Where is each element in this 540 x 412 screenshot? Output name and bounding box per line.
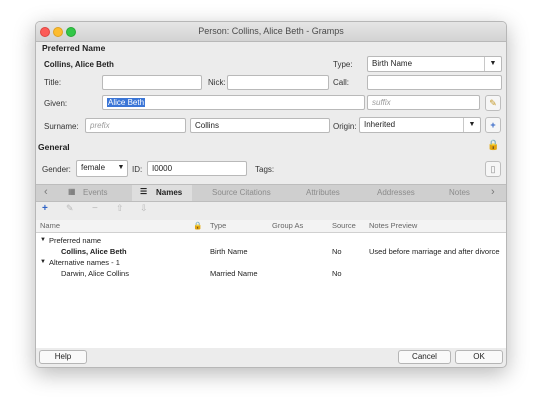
editor-tabs: ‹ ▦ Events ☰ Names Source Citations Attr…: [36, 184, 506, 202]
names-list: ▼ Preferred name Collins, Alice Beth Bir…: [36, 233, 506, 348]
preferred-name-heading: Preferred Name: [42, 43, 106, 53]
origin-label: Origin:: [333, 122, 357, 131]
ok-button[interactable]: OK: [455, 350, 503, 364]
list-group-row[interactable]: ▼ Preferred name: [36, 235, 506, 246]
chevron-down-icon: ▼: [484, 57, 501, 71]
origin-value: Inherited: [364, 120, 396, 129]
call-label: Call:: [333, 78, 350, 87]
window-title: Person: Collins, Alice Beth - Gramps: [198, 26, 344, 36]
list-group-row[interactable]: ▼ Alternative names - 1: [36, 257, 506, 268]
person-editor-window: Person: Collins, Alice Beth - Gramps Pre…: [35, 21, 507, 368]
nick-label: Nick:: [208, 78, 226, 87]
move-down-icon[interactable]: ⇩: [140, 203, 148, 214]
type-label: Type:: [333, 60, 353, 69]
privacy-lock-icon[interactable]: 🔒: [487, 140, 499, 151]
column-notes-preview[interactable]: Notes Preview: [369, 221, 417, 230]
gender-label: Gender:: [42, 165, 71, 174]
chevron-down-icon: ▼: [463, 118, 480, 132]
cancel-button[interactable]: Cancel: [398, 350, 451, 364]
name-type-value: Birth Name: [372, 59, 413, 68]
move-up-icon[interactable]: ⇧: [116, 203, 124, 214]
row-source: No: [332, 247, 342, 256]
tags-label: Tags:: [255, 165, 275, 174]
add-name-icon[interactable]: +: [42, 203, 48, 214]
id-label: ID:: [132, 165, 143, 174]
row-source: No: [332, 269, 342, 278]
tab-names[interactable]: Names: [156, 188, 182, 197]
given-name-field[interactable]: Alice Beth: [102, 95, 365, 110]
origin-combo[interactable]: Inherited ▼: [359, 117, 481, 133]
add-surname-button[interactable]: +: [485, 117, 501, 133]
general-heading: General: [38, 142, 70, 152]
row-type: Birth Name: [210, 247, 248, 256]
surname-label: Surname:: [44, 122, 79, 131]
name-type-combo[interactable]: Birth Name ▼: [367, 56, 502, 72]
surname-field[interactable]: Collins: [190, 118, 330, 133]
edit-tags-button[interactable]: ▯: [485, 161, 501, 177]
prefix-field[interactable]: prefix: [85, 118, 186, 133]
plus-icon: +: [490, 120, 496, 130]
gender-combo[interactable]: female ▼: [76, 160, 128, 177]
names-list-header: Name 🔒 Type Group As Source Notes Previe…: [36, 220, 506, 233]
edit-icon: ✎: [489, 98, 497, 108]
gender-value: female: [81, 163, 106, 172]
column-source[interactable]: Source: [332, 221, 356, 230]
id-field[interactable]: I0000: [147, 161, 247, 176]
row-name: Darwin, Alice Collins: [61, 269, 129, 278]
help-button[interactable]: Help: [39, 350, 87, 364]
given-label: Given:: [44, 99, 68, 108]
expand-triangle-icon[interactable]: ▼: [40, 237, 46, 243]
expand-triangle-icon[interactable]: ▼: [40, 259, 46, 265]
column-group-as[interactable]: Group As: [272, 221, 303, 230]
group-label: Preferred name: [49, 236, 102, 245]
row-notes: Used before marriage and after divorce: [369, 247, 500, 256]
private-lock-icon: 🔒: [193, 221, 203, 230]
edit-name-button[interactable]: ✎: [485, 95, 501, 111]
group-label: Alternative names - 1: [49, 258, 120, 267]
row-name: Collins, Alice Beth: [61, 247, 127, 256]
title-bar[interactable]: Person: Collins, Alice Beth - Gramps: [36, 22, 506, 42]
tab-scroll-right-icon[interactable]: ›: [491, 186, 495, 198]
suffix-field[interactable]: suffix: [367, 95, 480, 110]
names-toolbar: + ✎ − ⇧ ⇩: [36, 201, 506, 218]
given-name-value: Alice Beth: [107, 98, 146, 107]
title-field[interactable]: [102, 75, 202, 90]
table-row[interactable]: Collins, Alice Beth Birth Name No Used b…: [36, 246, 506, 257]
tab-scroll-left-icon[interactable]: ‹: [44, 186, 48, 198]
table-row[interactable]: Darwin, Alice Collins Married Name No: [36, 268, 506, 279]
tab-notes[interactable]: Notes: [449, 188, 470, 197]
chevron-down-icon: ▼: [117, 164, 125, 171]
tab-source-citations[interactable]: Source Citations: [212, 188, 271, 197]
title-label: Title:: [44, 78, 62, 87]
tab-events[interactable]: Events: [83, 188, 107, 197]
events-icon: ▦: [68, 187, 76, 196]
tab-addresses[interactable]: Addresses: [377, 188, 415, 197]
nick-field[interactable]: [227, 75, 329, 90]
edit-name-icon[interactable]: ✎: [66, 203, 74, 214]
column-type[interactable]: Type: [210, 221, 226, 230]
remove-name-icon[interactable]: −: [92, 203, 98, 214]
names-icon: ☰: [140, 187, 148, 196]
tab-attributes[interactable]: Attributes: [306, 188, 340, 197]
call-field[interactable]: [367, 75, 502, 90]
column-name[interactable]: Name: [40, 221, 60, 230]
display-name: Collins, Alice Beth: [44, 60, 114, 69]
row-type: Married Name: [210, 269, 258, 278]
tag-icon: ▯: [490, 164, 496, 174]
